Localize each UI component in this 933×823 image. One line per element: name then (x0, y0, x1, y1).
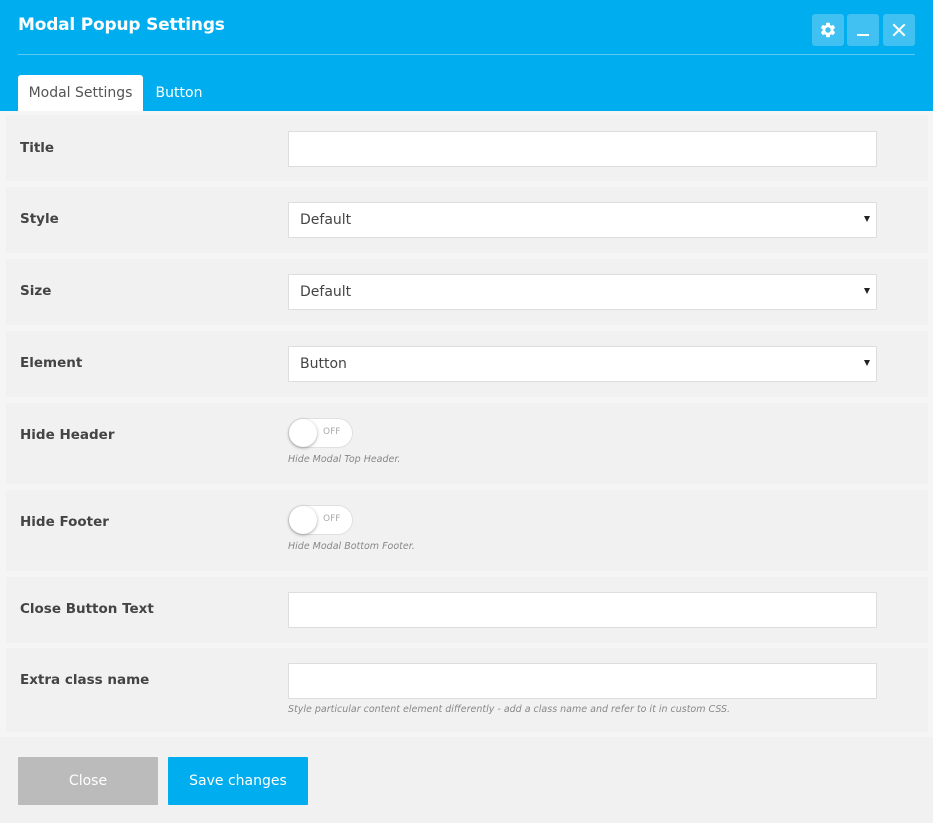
caret-down-icon (864, 216, 870, 222)
size-row: Size Default (6, 259, 928, 325)
size-select[interactable]: Default (288, 274, 877, 310)
modal-title: Modal Popup Settings (18, 15, 225, 35)
close-button-text-label: Close Button Text (20, 601, 154, 617)
close-button-text-input[interactable] (288, 592, 877, 628)
settings-button[interactable] (812, 14, 844, 46)
hide-footer-toggle[interactable]: OFF (288, 505, 353, 535)
hide-footer-row: Hide Footer OFF Hide Modal Bottom Footer… (6, 490, 928, 571)
minimize-icon (856, 23, 870, 37)
element-select-value: Button (300, 356, 347, 372)
close-icon (892, 23, 906, 37)
close-window-button[interactable] (883, 14, 915, 46)
save-changes-button[interactable]: Save changes (168, 757, 308, 805)
close-button-text-row: Close Button Text (6, 577, 928, 643)
toggle-knob (289, 419, 317, 447)
modal-header: Modal Popup Settings Modal Settings Butt… (0, 0, 933, 111)
extra-class-row: Extra class name Style particular conten… (6, 648, 928, 732)
style-select[interactable]: Default (288, 202, 877, 238)
gear-icon (819, 21, 837, 39)
extra-class-input[interactable] (288, 663, 877, 699)
size-label: Size (20, 283, 52, 299)
hide-header-row: Hide Header OFF Hide Modal Top Header. (6, 403, 928, 484)
style-select-value: Default (300, 212, 352, 228)
extra-class-help: Style particular content element differe… (288, 704, 731, 715)
element-label: Element (20, 355, 83, 371)
minimize-button[interactable] (847, 14, 879, 46)
tab-modal-settings[interactable]: Modal Settings (18, 75, 143, 111)
style-row: Style Default (6, 187, 928, 253)
extra-class-label: Extra class name (20, 672, 150, 688)
hide-footer-label: Hide Footer (20, 514, 109, 530)
header-divider (18, 54, 915, 55)
hide-header-label: Hide Header (20, 427, 115, 443)
modal-footer: Close Save changes (0, 737, 933, 823)
element-row: Element Button (6, 331, 928, 397)
caret-down-icon (864, 288, 870, 294)
close-button[interactable]: Close (18, 757, 158, 805)
caret-down-icon (864, 360, 870, 366)
tab-button[interactable]: Button (143, 75, 215, 111)
size-select-value: Default (300, 284, 352, 300)
toggle-state: OFF (323, 514, 341, 524)
style-label: Style (20, 211, 59, 227)
hide-header-help: Hide Modal Top Header. (288, 454, 401, 465)
hide-header-toggle[interactable]: OFF (288, 418, 353, 448)
title-row: Title (6, 115, 928, 181)
hide-footer-help: Hide Modal Bottom Footer. (288, 541, 415, 552)
title-label: Title (20, 140, 55, 156)
toggle-state: OFF (323, 427, 341, 437)
title-input[interactable] (288, 131, 877, 167)
element-select[interactable]: Button (288, 346, 877, 382)
toggle-knob (289, 506, 317, 534)
